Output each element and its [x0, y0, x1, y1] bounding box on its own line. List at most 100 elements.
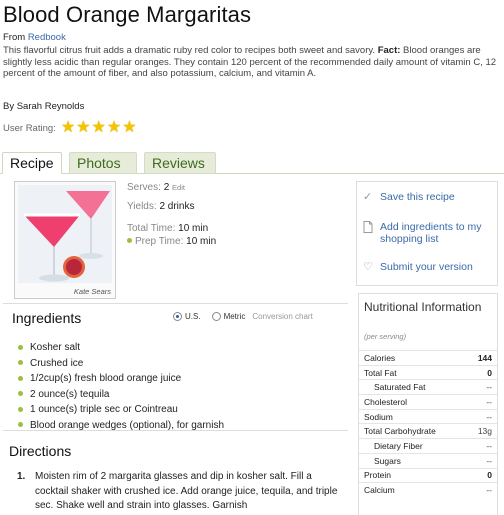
recipe-photo-frame: Kate Sears: [14, 181, 116, 299]
star-icon[interactable]: ★: [76, 120, 90, 136]
nutrient-label: Calcium: [364, 485, 395, 496]
source-link[interactable]: Redbook: [28, 32, 66, 43]
rating-stars[interactable]: ★ ★ ★ ★ ★: [61, 120, 137, 136]
list-item: Blood orange wedges (optional), for garn…: [18, 418, 224, 434]
submit-version-button[interactable]: ♡ Submit your version: [363, 261, 473, 273]
yields-row: Yields: 2 drinks: [127, 200, 216, 213]
nutrition-row: Cholesterol --: [359, 394, 497, 409]
save-recipe-label: Save this recipe: [380, 191, 455, 203]
nutrition-row: Protein 0: [359, 467, 497, 483]
star-icon[interactable]: ★: [61, 120, 75, 136]
heart-icon: ♡: [363, 261, 373, 273]
list-item: Crushed ice: [18, 356, 224, 372]
directions-heading: Directions: [9, 443, 72, 459]
serves-edit-link[interactable]: Edit: [172, 183, 185, 192]
step-text: Moisten rim of 2 margarita glasses and d…: [35, 471, 338, 511]
user-rating: User Rating: ★ ★ ★ ★ ★: [3, 120, 137, 136]
nutrition-table: Calories 144 Total Fat 0 Saturated Fat -- C…: [359, 350, 497, 497]
nutrition-row: Saturated Fat --: [359, 379, 497, 394]
unit-metric-radio[interactable]: [211, 312, 221, 321]
bullet-icon: [18, 360, 23, 366]
nutrient-label: Total Fat: [364, 367, 397, 378]
serves-value: 2: [163, 182, 170, 193]
nutrient-label: Total Carbohydrate: [364, 426, 436, 437]
serves-row: Serves: 2 Edit: [127, 181, 216, 194]
ingredient-text: Kosher salt: [30, 342, 81, 353]
save-recipe-button[interactable]: ✓ Save this recipe: [363, 191, 455, 203]
nutrition-subheading: (per serving): [364, 332, 407, 341]
list-item: Kosher salt: [18, 340, 224, 356]
nutrition-heading: Nutritional Information: [364, 300, 482, 314]
tab-recipe[interactable]: Recipe: [2, 152, 62, 174]
serves-label: Serves:: [127, 182, 161, 193]
tab-reviews[interactable]: Reviews: [144, 152, 216, 174]
recipe-actions-panel: ✓ Save this recipe Add ingredients to my…: [356, 181, 498, 286]
list-item: 1 ounce(s) triple sec or Cointreau: [18, 402, 224, 418]
unit-us-label[interactable]: U.S.: [185, 312, 201, 321]
star-icon[interactable]: ★: [92, 120, 106, 136]
nutrient-value: 0: [487, 367, 492, 378]
nutrient-value: --: [486, 411, 492, 422]
star-icon[interactable]: ★: [107, 120, 121, 136]
unit-metric-label[interactable]: Metric: [224, 312, 246, 321]
source-prefix: From: [3, 32, 28, 43]
nutrient-value: --: [486, 396, 492, 407]
ingredient-text: 2 ounce(s) tequila: [30, 388, 110, 400]
total-time-row: Total Time: 10 min: [127, 222, 216, 235]
nutrition-row: Total Fat 0: [359, 364, 497, 380]
nutrient-value: --: [486, 440, 492, 451]
prep-time-row: Prep Time: 10 min: [127, 235, 216, 248]
add-to-shopping-list-label: Add ingredients to my shopping list: [380, 221, 482, 245]
nutrient-value: 0: [487, 470, 492, 481]
recipe-photo[interactable]: [18, 185, 112, 283]
list-item: 1/2cup(s) fresh blood orange juice: [18, 371, 224, 387]
nutrient-label: Cholesterol: [364, 396, 407, 407]
rating-label: User Rating:: [3, 122, 56, 134]
ingredient-list: Kosher salt Crushed ice 1/2cup(s) fresh …: [18, 340, 224, 433]
nutrition-row: Calories 144: [359, 350, 497, 365]
nutrition-row: Sugars --: [359, 452, 497, 468]
yields-label: Yields:: [127, 201, 157, 212]
author-byline: By Sarah Reynolds: [3, 101, 85, 112]
recipe-intro: This flavorful citrus fruit adds a drama…: [3, 45, 501, 80]
intro-text: This flavorful citrus fruit adds a drama…: [3, 45, 378, 56]
nutrient-value: --: [486, 485, 492, 496]
unit-selector: U.S. Metric Conversion chart: [173, 312, 313, 321]
step-number: 1.: [17, 471, 26, 482]
nutrition-panel: Nutritional Information (per serving) Ca…: [358, 293, 498, 515]
bullet-icon: [18, 391, 23, 397]
bullet-icon: [127, 238, 132, 243]
checkmark-icon: ✓: [363, 191, 373, 203]
add-to-shopping-list-button[interactable]: Add ingredients to my shopping list: [363, 221, 491, 245]
total-time-label: Total Time:: [127, 223, 176, 234]
recipe-meta: Serves: 2 Edit Yields: 2 drinks Total Ti…: [127, 181, 216, 248]
nutrient-label: Sodium: [364, 411, 393, 422]
unit-us-radio[interactable]: [173, 312, 182, 321]
nutrient-value: --: [486, 455, 492, 466]
submit-version-label: Submit your version: [380, 261, 473, 273]
photo-credit: Kate Sears: [73, 287, 111, 296]
prep-time-label: Prep Time:: [135, 236, 184, 247]
total-time-value: 10 min: [178, 223, 209, 234]
nutrient-value: 144: [477, 352, 492, 363]
nutrient-value: 13g: [477, 426, 492, 437]
prep-time-value: 10 min: [186, 236, 217, 247]
recipe-tabs: Recipe Photos Reviews: [0, 152, 504, 174]
ingredients-heading: Ingredients: [12, 310, 82, 326]
ingredients-section: Ingredients U.S. Metric Conversion chart…: [3, 303, 348, 431]
star-icon[interactable]: ★: [122, 120, 136, 136]
bullet-icon: [18, 375, 23, 381]
margarita-photo-illustration: [18, 185, 112, 283]
ingredient-text: 1/2cup(s) fresh blood orange juice: [30, 373, 182, 384]
nutrition-row: Sodium --: [359, 408, 497, 424]
nutrition-row: Dietary Fiber --: [359, 438, 497, 453]
bullet-icon: [18, 406, 23, 412]
nutrient-label: Saturated Fat: [374, 382, 426, 393]
source-line: From Redbook: [3, 32, 66, 43]
conversion-chart-link[interactable]: Conversion chart: [252, 312, 312, 321]
tab-photos[interactable]: Photos: [69, 152, 137, 174]
ingredient-text: 1 ounce(s) triple sec or Cointreau: [30, 404, 178, 415]
direction-step: 1. Moisten rim of 2 margarita glasses an…: [17, 470, 342, 514]
ingredient-text: Crushed ice: [30, 357, 84, 369]
bullet-icon: [18, 344, 23, 350]
